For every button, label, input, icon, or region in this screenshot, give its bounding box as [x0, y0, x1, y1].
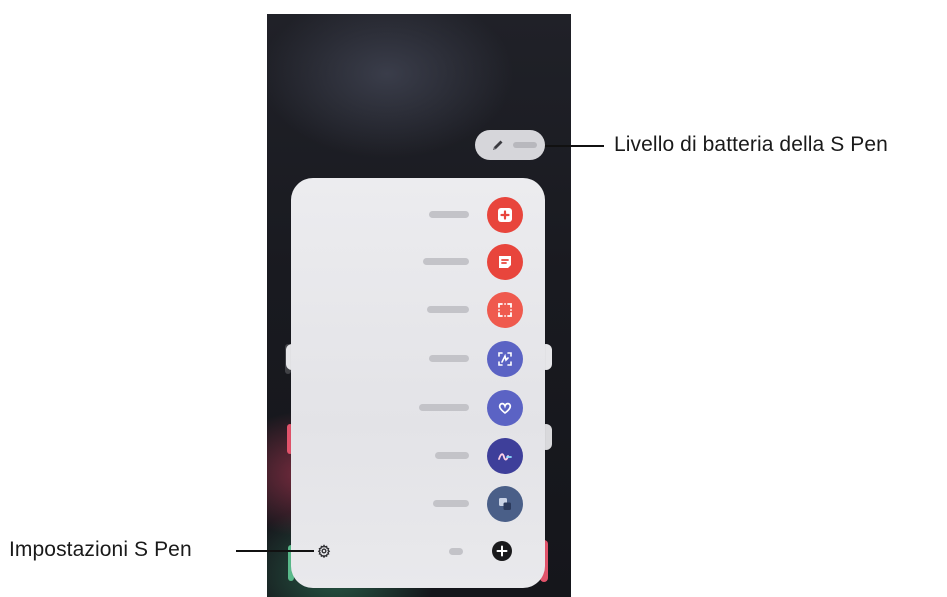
menu-item-smart-select[interactable] [291, 290, 545, 330]
menu-item-label [419, 404, 469, 411]
battery-callout-label: Livello di batteria della S Pen [614, 133, 888, 156]
menu-item-label [423, 258, 469, 265]
battery-callout-line [545, 145, 604, 147]
menu-item-label [429, 211, 469, 218]
menu-item-label [435, 452, 469, 459]
menu-item-create-note[interactable] [291, 195, 545, 235]
add-label [449, 548, 463, 555]
gear-icon[interactable] [316, 543, 332, 559]
menu-item-live-messages[interactable] [291, 388, 545, 428]
view-notes-icon [487, 244, 523, 280]
plus-icon[interactable] [492, 541, 512, 561]
screen-write-icon [487, 341, 523, 377]
s-pen-battery-indicator[interactable] [475, 130, 545, 160]
menu-item-label [433, 500, 469, 507]
create-note-icon [487, 197, 523, 233]
menu-item-translate[interactable] [291, 484, 545, 524]
pen-icon [491, 138, 505, 152]
settings-callout-line [236, 550, 314, 552]
menu-item-label [429, 355, 469, 362]
menu-item-screen-write[interactable] [291, 339, 545, 379]
battery-level-value [513, 142, 537, 148]
settings-callout-label: Impostazioni S Pen [9, 538, 192, 561]
menu-item-view-all-notes[interactable] [291, 242, 545, 282]
menu-item-label [427, 306, 469, 313]
ar-doodle-icon [487, 438, 523, 474]
air-command-panel [291, 178, 545, 588]
live-messages-icon [487, 390, 523, 426]
translate-icon [487, 486, 523, 522]
menu-item-ar-doodle[interactable] [291, 436, 545, 476]
smart-select-icon [487, 292, 523, 328]
